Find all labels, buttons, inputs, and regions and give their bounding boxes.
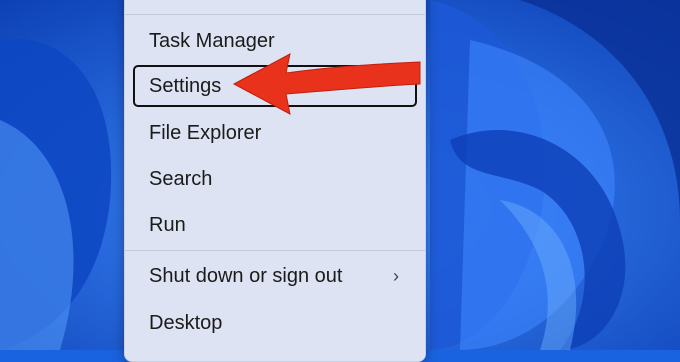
menu-item-label: Search: [149, 168, 213, 190]
menu-item-label: Shut down or sign out: [149, 265, 343, 287]
menu-item-search[interactable]: Search: [133, 158, 417, 200]
menu-item-label: Run: [149, 214, 186, 236]
red-arrow-annotation: [232, 53, 421, 115]
menu-item-run[interactable]: Run: [133, 204, 417, 246]
separator: [125, 14, 425, 15]
menu-item-shut-down-or-sign-out[interactable]: Shut down or sign out ›: [133, 255, 417, 297]
menu-item-label: Settings: [149, 75, 222, 97]
separator: [125, 250, 425, 251]
chevron-right-icon: ›: [393, 266, 399, 286]
menu-item-label: File Explorer: [149, 122, 262, 144]
menu-item-desktop[interactable]: Desktop: [133, 302, 417, 344]
menu-item-label: Desktop: [149, 312, 223, 334]
